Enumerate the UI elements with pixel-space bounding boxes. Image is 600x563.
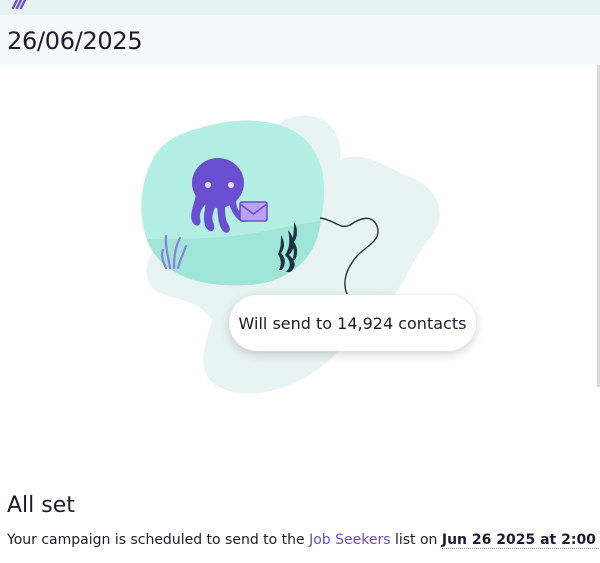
logo-icon bbox=[11, 0, 27, 10]
status-description: Your campaign is scheduled to send to th… bbox=[7, 532, 600, 549]
scheduled-datetime: Jun 26 2025 at 2:00 PM bbox=[441, 532, 600, 549]
top-bar bbox=[0, 0, 600, 15]
date-title: 26/06/2025 bbox=[7, 27, 143, 55]
status-text-middle: list on bbox=[390, 532, 442, 548]
list-link[interactable]: Job Seekers bbox=[309, 532, 390, 548]
campaign-illustration bbox=[141, 115, 440, 394]
status-text-prefix: Your campaign is scheduled to send to th… bbox=[7, 532, 310, 548]
send-count-tooltip: Will send to 14,924 contacts bbox=[229, 295, 476, 351]
date-header: 26/06/2025 bbox=[0, 15, 600, 65]
envelope-icon bbox=[239, 201, 268, 222]
status-title: All set bbox=[7, 493, 75, 518]
